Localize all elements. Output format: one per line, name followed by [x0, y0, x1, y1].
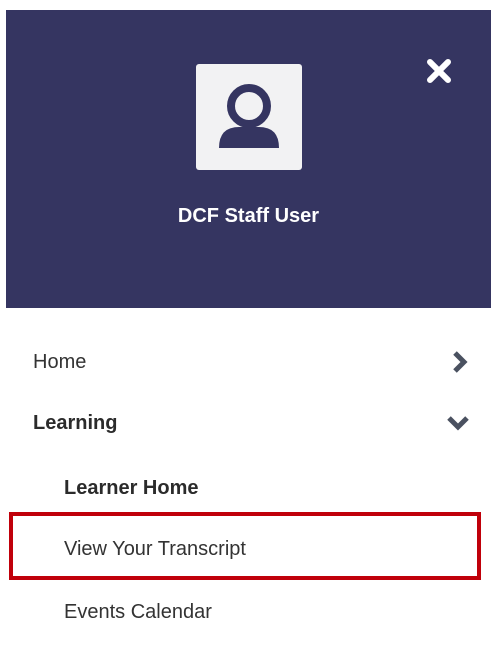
chevron-down-icon — [447, 416, 469, 431]
nav-subitem-view-your-transcript-label: View Your Transcript — [64, 538, 246, 560]
nav-item-home[interactable]: Home — [0, 340, 491, 384]
nav-subitem-events-calendar-label: Events Calendar — [64, 601, 212, 623]
user-header-panel: DCF Staff User — [6, 10, 491, 308]
user-name: DCF Staff User — [177, 205, 320, 227]
nav-subitem-events-calendar[interactable]: Events Calendar — [0, 590, 491, 634]
nav-subitem-learner-home-label: Learner Home — [64, 477, 199, 499]
user-avatar-icon — [196, 64, 302, 170]
nav-item-learning-label: Learning — [33, 412, 118, 434]
nav-item-learning[interactable]: Learning — [0, 401, 491, 445]
nav-subitem-view-your-transcript[interactable]: View Your Transcript — [0, 527, 491, 571]
close-icon — [427, 59, 451, 83]
close-button[interactable] — [424, 56, 454, 86]
nav-subitem-learner-home[interactable]: Learner Home — [0, 466, 491, 510]
chevron-right-icon — [453, 351, 468, 373]
nav-item-home-label: Home — [33, 351, 87, 373]
